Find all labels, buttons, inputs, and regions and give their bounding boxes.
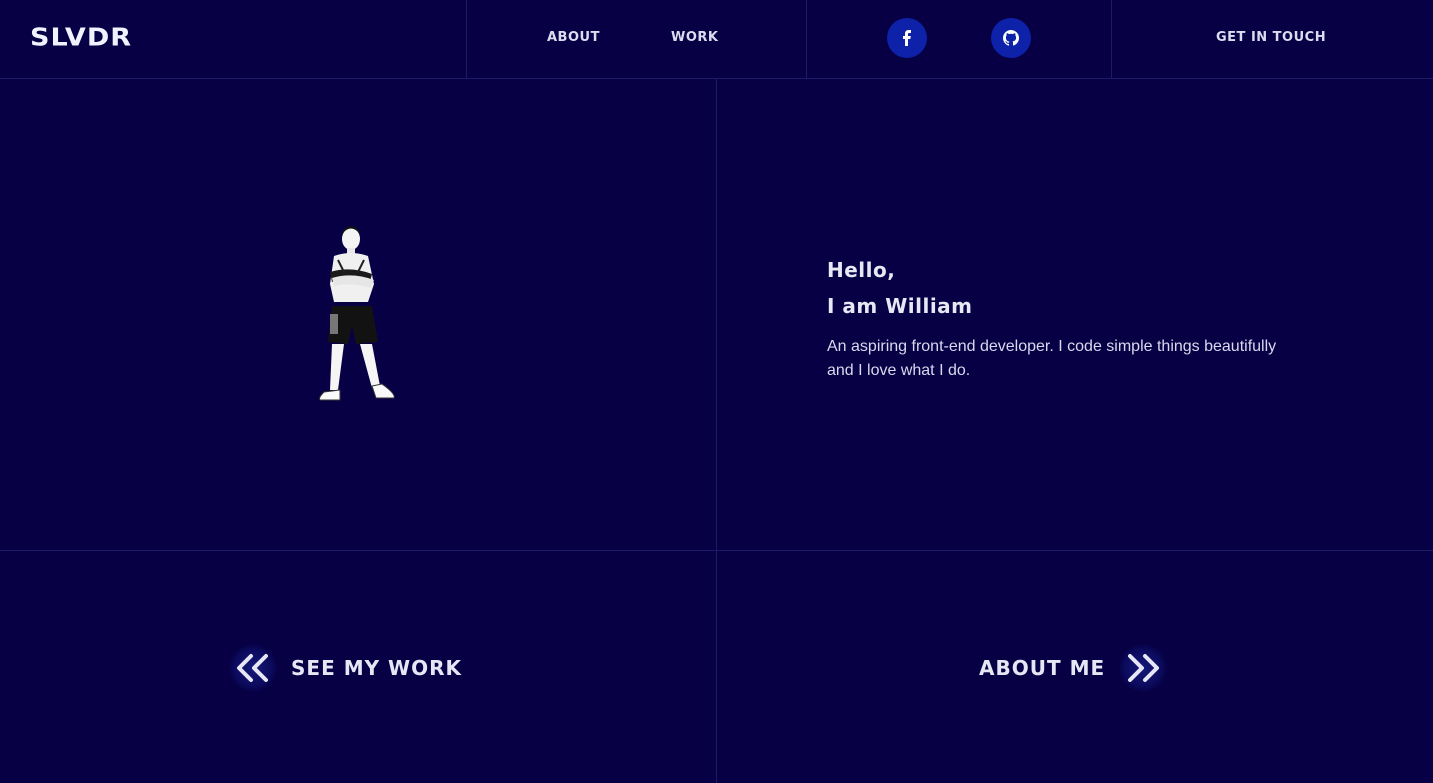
nav-work-link[interactable]: WORK bbox=[671, 30, 718, 45]
github-button[interactable] bbox=[991, 18, 1031, 58]
chevrons-left-icon bbox=[229, 644, 277, 692]
github-icon bbox=[1003, 30, 1019, 46]
facebook-button[interactable] bbox=[887, 18, 927, 58]
hero-greeting-line-1: Hello, bbox=[827, 258, 896, 282]
chevrons-right-icon bbox=[1119, 644, 1168, 692]
facebook-icon bbox=[903, 30, 911, 46]
site-logo[interactable]: SLVDR bbox=[30, 23, 132, 52]
profile-illustration bbox=[310, 222, 406, 406]
get-in-touch-link[interactable]: GET IN TOUCH bbox=[1216, 30, 1326, 45]
hero-greeting: Hello, I am William bbox=[827, 252, 973, 324]
about-me-label: ABOUT ME bbox=[979, 656, 1106, 680]
hero-intro-text: An aspiring front-end developer. I code … bbox=[827, 338, 1277, 379]
about-me-link[interactable]: ABOUT ME bbox=[979, 644, 1168, 692]
hero-greeting-line-2: I am William bbox=[827, 294, 973, 318]
site-header: SLVDR ABOUT WORK GET IN TOUCH bbox=[0, 0, 1433, 78]
see-my-work-link[interactable]: SEE MY WORK bbox=[229, 644, 462, 692]
middle-horizontal-divider bbox=[0, 550, 1433, 551]
nav-about-link[interactable]: ABOUT bbox=[547, 30, 600, 45]
center-vertical-divider bbox=[716, 78, 717, 783]
see-my-work-label: SEE MY WORK bbox=[291, 656, 462, 680]
